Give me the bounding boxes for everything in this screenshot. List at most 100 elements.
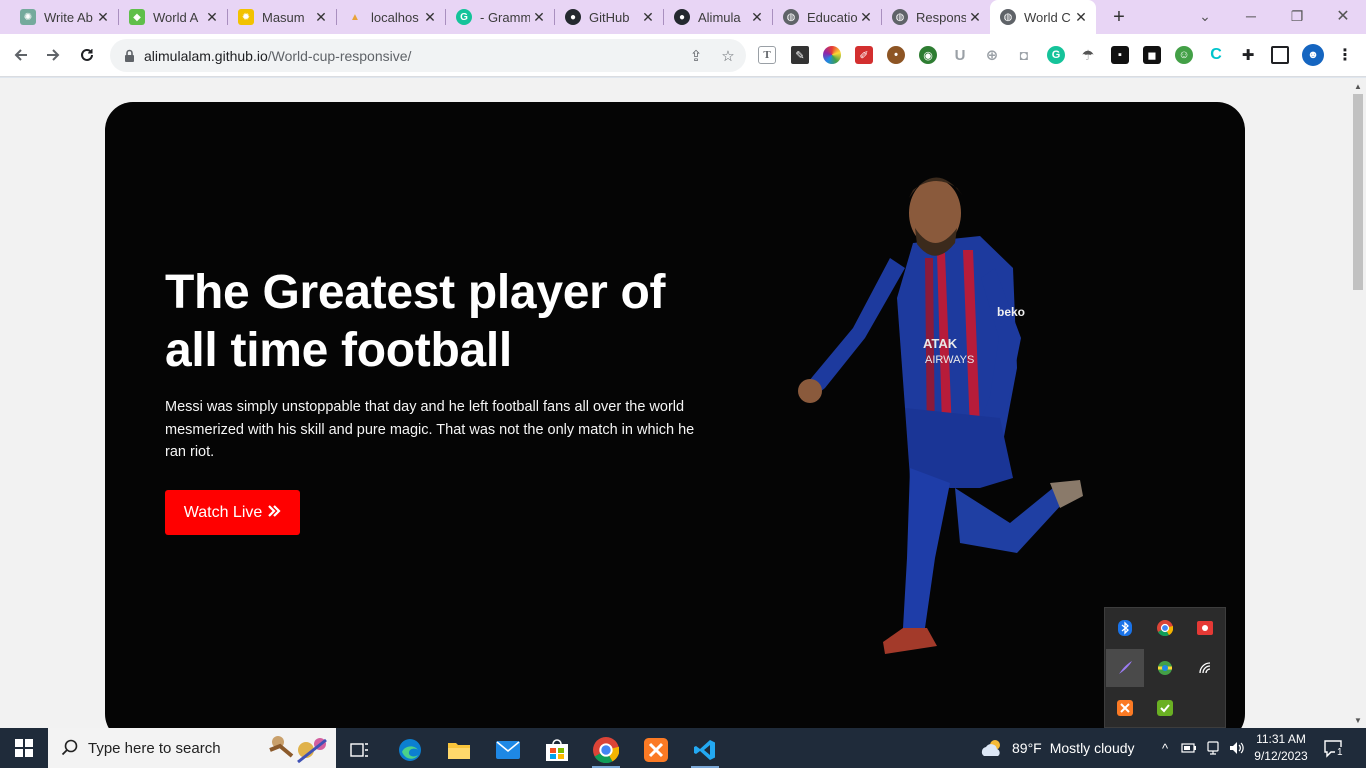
chrome-icon[interactable]: [1146, 609, 1184, 647]
tab-world-a[interactable]: ◆ World A ✕: [119, 4, 227, 30]
screen-recorder-icon[interactable]: [1186, 609, 1224, 647]
masum-icon: ✹: [238, 9, 254, 25]
red-extension-icon[interactable]: ✐: [855, 46, 873, 64]
tab-grammarly[interactable]: G - Gramm ✕: [446, 4, 554, 30]
tab-responsive[interactable]: ◍ Respons ✕: [882, 4, 990, 30]
tab-title: Respons: [916, 9, 966, 25]
globe-icon: ◍: [783, 9, 799, 25]
url-host: alimulalam.github.io: [144, 47, 268, 64]
browser-toolbar: alimulalam.github.io/World-cup-responsiv…: [0, 34, 1366, 77]
mail-icon[interactable]: [486, 732, 530, 768]
globe-extension-icon[interactable]: ◉: [919, 46, 937, 64]
notification-center-icon[interactable]: 1: [1322, 737, 1345, 759]
text-extension-icon[interactable]: T: [758, 46, 776, 64]
network-icon[interactable]: [1204, 739, 1222, 757]
scroll-up-arrow-icon[interactable]: ▲: [1354, 82, 1362, 91]
search-highlight-image: [269, 736, 327, 764]
tab-education[interactable]: ◍ Educatio ✕: [773, 4, 881, 30]
scroll-down-arrow-icon[interactable]: ▼: [1354, 716, 1362, 725]
svg-text:ATAK: ATAK: [923, 336, 958, 351]
tab-write-ab[interactable]: ✺ Write Ab ✕: [10, 4, 118, 30]
tab-alimula[interactable]: ● Alimula ✕: [664, 4, 772, 30]
close-icon[interactable]: ✕: [859, 9, 873, 25]
page-scrollbar[interactable]: ▲ ▼: [1350, 78, 1366, 728]
minimize-icon[interactable]: ─: [1236, 6, 1266, 26]
weather-widget[interactable]: 89°F Mostly cloudy: [980, 728, 1135, 768]
close-icon[interactable]: ✕: [205, 9, 219, 25]
windows-start-icon[interactable]: [0, 728, 48, 768]
battery-icon[interactable]: [1180, 739, 1198, 757]
tab-github[interactable]: ● GitHub ✕: [555, 4, 663, 30]
reload-icon[interactable]: [76, 44, 98, 66]
umbrella-extension-icon[interactable]: ☂: [1079, 46, 1097, 64]
grammarly-extension-icon[interactable]: G: [1047, 46, 1065, 64]
share-icon[interactable]: ⇪: [687, 47, 705, 65]
dark-extension-icon[interactable]: ▪: [1111, 46, 1129, 64]
scrollbar-thumb[interactable]: [1353, 94, 1363, 290]
bluetooth-icon[interactable]: [1106, 609, 1144, 647]
tab-title: World C: [1024, 9, 1071, 25]
tab-masum[interactable]: ✹ Masum ✕: [228, 4, 336, 30]
vscode-icon[interactable]: [683, 732, 727, 768]
back-icon[interactable]: [10, 44, 32, 66]
system-clock[interactable]: 11:31 AM 9/12/2023: [1250, 731, 1312, 765]
forward-icon[interactable]: [42, 44, 64, 66]
close-icon[interactable]: ✕: [1074, 9, 1088, 25]
task-view-icon[interactable]: [338, 732, 382, 768]
restore-icon[interactable]: ❐: [1282, 6, 1312, 26]
close-icon[interactable]: ✕: [314, 9, 328, 25]
menu-kebab-icon[interactable]: ⋮: [1336, 46, 1354, 64]
colorful-globe-icon[interactable]: [1146, 649, 1184, 687]
url-text[interactable]: alimulalam.github.io/World-cup-responsiv…: [144, 48, 411, 64]
chrome-taskbar-icon[interactable]: [584, 732, 628, 768]
volume-icon[interactable]: [1228, 739, 1246, 757]
bookmark-star-icon[interactable]: ☆: [719, 47, 737, 65]
xampp-icon[interactable]: [1106, 689, 1144, 727]
avatar[interactable]: ☻: [1302, 44, 1324, 66]
new-tab-button[interactable]: +: [1108, 6, 1130, 28]
tab-world-cup-active[interactable]: ◍ World C ✕: [990, 0, 1096, 34]
search-icon: [61, 739, 78, 756]
puzzle-extensions-icon[interactable]: ✚: [1239, 46, 1257, 64]
lock-icon[interactable]: [122, 49, 136, 63]
close-icon[interactable]: ✕: [750, 9, 764, 25]
android-extension-icon[interactable]: ☺: [1175, 46, 1193, 64]
tab-strip: ✺ Write Ab ✕ ◆ World A ✕ ✹ Masum ✕ ▲ loc…: [0, 0, 1366, 34]
cookie-extension-icon[interactable]: •: [887, 46, 905, 64]
eyedropper-extension-icon[interactable]: ✎: [791, 46, 809, 64]
u-extension-icon[interactable]: U: [951, 46, 969, 64]
close-icon[interactable]: ✕: [96, 9, 110, 25]
chevron-up-icon[interactable]: ^: [1156, 739, 1174, 757]
feather-pen-icon[interactable]: [1106, 649, 1144, 687]
color-wheel-extension-icon[interactable]: [823, 46, 841, 64]
close-icon[interactable]: ✕: [641, 9, 655, 25]
close-icon[interactable]: ✕: [423, 9, 437, 25]
wireless-icon[interactable]: [1186, 649, 1224, 687]
tab-title: Educatio: [807, 9, 857, 25]
clock-date: 9/12/2023: [1254, 749, 1308, 763]
edge-icon[interactable]: [388, 732, 432, 768]
close-icon[interactable]: ✕: [532, 9, 546, 25]
side-panel-icon[interactable]: [1271, 46, 1289, 64]
weather-description: Mostly cloudy: [1049, 740, 1135, 756]
file-explorer-icon[interactable]: [437, 732, 481, 768]
black-square-extension-icon[interactable]: ◼: [1143, 46, 1161, 64]
hero-banner: The Greatest player of all time football…: [105, 102, 1245, 728]
camera-extension-icon[interactable]: ◘: [1015, 46, 1033, 64]
tray-overflow-popup: [1104, 607, 1226, 728]
close-icon[interactable]: ✕: [968, 9, 982, 25]
store-icon[interactable]: [535, 732, 579, 768]
chatgpt-icon: ✺: [20, 9, 36, 25]
window-close-icon[interactable]: ✕: [1328, 6, 1358, 26]
c-extension-icon[interactable]: C: [1207, 46, 1225, 64]
address-bar[interactable]: alimulalam.github.io/World-cup-responsiv…: [110, 39, 746, 72]
hero-title-line2: all time football: [165, 324, 512, 377]
watch-live-button[interactable]: Watch Live: [165, 490, 300, 535]
taskbar-search-input[interactable]: Type here to search: [48, 728, 336, 768]
tab-localhost[interactable]: ▲ localhos ✕: [337, 4, 445, 30]
tab-search-chevron-icon[interactable]: ⌄: [1190, 6, 1220, 26]
shield-check-icon[interactable]: [1146, 689, 1184, 727]
xampp-taskbar-icon[interactable]: [634, 732, 678, 768]
world-extension-icon[interactable]: ⊕: [983, 46, 1001, 64]
tab-title: Masum: [262, 9, 305, 25]
